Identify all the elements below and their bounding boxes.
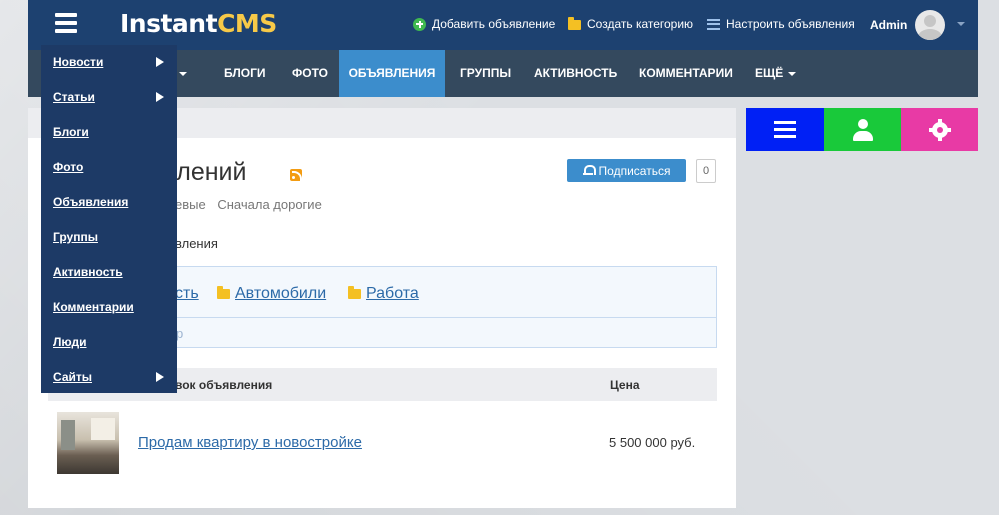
site-logo[interactable]: InstantCMS <box>120 9 277 38</box>
submenu-arrow-icon[interactable] <box>156 372 164 382</box>
configure-ads-label: Настроить объявления <box>726 17 855 31</box>
user-name[interactable]: Admin <box>870 18 907 32</box>
nav-item-photo[interactable]: ФОТО <box>292 50 328 97</box>
menu-burger-icon[interactable] <box>55 13 77 33</box>
category-list: сть Автомобили Работа <box>149 267 716 318</box>
nav-item-ads[interactable]: ОБЪЯВЛЕНИЯ <box>339 50 445 97</box>
folder-icon <box>217 286 230 299</box>
category-link-jobs[interactable]: Работа <box>366 285 419 303</box>
nav-item-more[interactable]: ЕЩЁ <box>755 50 797 97</box>
submenu-arrow-icon[interactable] <box>156 92 164 102</box>
logo-text: Instant <box>120 9 218 38</box>
folder-icon <box>348 286 361 299</box>
nav-item-activity[interactable]: АКТИВНОСТЬ <box>534 50 617 97</box>
nav-label: ЕЩЁ <box>755 66 784 80</box>
menu-icon <box>774 121 796 138</box>
dropdown-item-sites[interactable]: Сайты <box>53 370 92 384</box>
section-label: вления <box>175 236 218 251</box>
subscriber-count: 0 <box>696 159 716 183</box>
plus-circle-icon <box>413 17 426 31</box>
category-box: сть Автомобили Работа р <box>148 266 717 348</box>
filter-toggle[interactable]: р <box>176 326 183 341</box>
nav-dropdown-menu: Новости Статьи Блоги Фото Объявления Гру… <box>41 45 177 393</box>
user-menu-caret-icon[interactable] <box>957 22 965 26</box>
nav-item-blogs[interactable]: БЛОГИ <box>224 50 266 97</box>
dropdown-item-activity[interactable]: Активность <box>53 265 123 279</box>
create-category-link[interactable]: Создать категорию <box>568 17 693 31</box>
add-ad-label: Добавить объявление <box>432 17 556 31</box>
sort-options: евые Сначала дорогие <box>175 197 330 212</box>
column-title: вок объявления <box>175 378 273 392</box>
nav-item-comments[interactable]: КОММЕНТАРИИ <box>639 50 733 97</box>
configure-ads-link[interactable]: Настроить объявления <box>707 17 855 31</box>
sort-option-expensive[interactable]: Сначала дорогие <box>217 197 321 212</box>
subscribe-label: Подписаться <box>598 163 671 178</box>
site-header: InstantCMS Добавить объявление Создать к… <box>28 0 978 50</box>
user-icon <box>852 118 874 141</box>
gear-icon <box>928 118 951 141</box>
column-price: Цена <box>610 378 640 392</box>
submenu-arrow-icon[interactable] <box>156 57 164 67</box>
logo-accent: CMS <box>217 9 277 38</box>
create-category-label: Создать категорию <box>587 17 694 31</box>
ad-thumbnail[interactable] <box>57 412 119 474</box>
dropdown-item-groups[interactable]: Группы <box>53 230 98 244</box>
caret-down-icon <box>788 71 797 76</box>
dropdown-item-blogs[interactable]: Блоги <box>53 125 89 139</box>
subscribe-button[interactable]: Подписаться <box>567 159 686 182</box>
rss-icon[interactable] <box>290 169 302 181</box>
dropdown-item-people[interactable]: Люди <box>53 335 87 349</box>
dropdown-item-news[interactable]: Новости <box>53 55 103 69</box>
ad-price: 5 500 000 руб. <box>609 435 696 450</box>
add-ad-link[interactable]: Добавить объявление <box>413 17 555 31</box>
category-link[interactable]: сть <box>175 285 199 303</box>
dropdown-item-articles[interactable]: Статьи <box>53 90 95 104</box>
user-avatar[interactable] <box>915 10 945 40</box>
folder-plus-icon <box>568 17 581 30</box>
category-link-cars[interactable]: Автомобили <box>235 285 326 303</box>
nav-item-groups[interactable]: ГРУППЫ <box>460 50 511 97</box>
sort-option-new[interactable]: евые <box>175 197 206 212</box>
dropdown-item-comments[interactable]: Комментарии <box>53 300 134 314</box>
dropdown-item-photo[interactable]: Фото <box>53 160 83 174</box>
widget-user-button[interactable] <box>824 108 902 151</box>
bell-icon <box>582 165 596 176</box>
widget-menu-button[interactable] <box>746 108 824 151</box>
list-icon <box>707 18 720 30</box>
widget-settings-button[interactable] <box>901 108 978 151</box>
ad-title-link[interactable]: Продам квартиру в новостройке <box>138 434 362 451</box>
caret-down-icon <box>178 71 187 76</box>
dropdown-item-ads[interactable]: Объявления <box>53 195 128 209</box>
